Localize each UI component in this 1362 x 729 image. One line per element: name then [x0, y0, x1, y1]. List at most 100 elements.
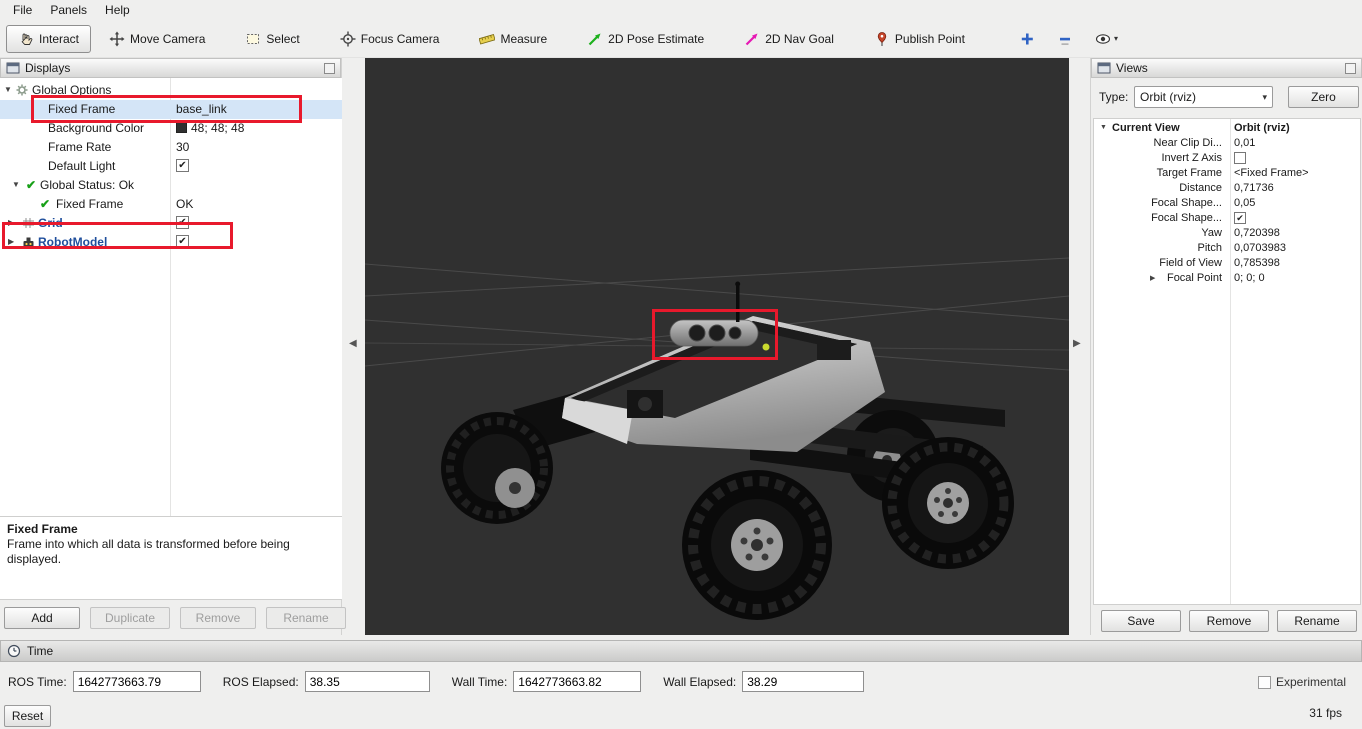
- rename-view-button[interactable]: Rename: [1277, 610, 1357, 632]
- tree-row-pitch[interactable]: Pitch 0,0703983: [1094, 241, 1360, 256]
- interact-tool-button[interactable]: Interact: [6, 25, 91, 53]
- tree-row-fixed-frame-status[interactable]: ✔ Fixed Frame OK: [0, 195, 342, 214]
- robotmodel-enabled-checkbox[interactable]: ✔: [176, 235, 189, 248]
- menu-help[interactable]: Help: [96, 1, 139, 19]
- view-type-label: Type:: [1099, 90, 1128, 104]
- tool-properties-button[interactable]: ▾: [1089, 26, 1124, 52]
- publish-point-tool-button[interactable]: Publish Point: [866, 26, 973, 52]
- tree-row-focal-point[interactable]: ▶ Focal Point 0; 0; 0: [1094, 271, 1360, 286]
- experimental-toggle[interactable]: Experimental: [1258, 675, 1346, 689]
- tree-row-label: Default Light: [48, 159, 115, 173]
- ros-elapsed-input[interactable]: [305, 671, 430, 692]
- tree-row-frame-rate[interactable]: Frame Rate 30: [0, 138, 342, 157]
- tree-row-near-clip[interactable]: Near Clip Di... 0,01: [1094, 136, 1360, 151]
- view-type-row: Type: Orbit (rviz) ▾ Zero: [1091, 86, 1362, 110]
- fixed-frame-value[interactable]: base_link: [176, 102, 227, 116]
- focus-camera-tool-button[interactable]: Focus Camera: [332, 26, 448, 52]
- remove-view-button[interactable]: Remove: [1189, 610, 1269, 632]
- chevron-collapsed-icon: ▶: [8, 218, 14, 227]
- focal-point-value[interactable]: 0; 0; 0: [1234, 272, 1265, 284]
- displays-float-button[interactable]: [324, 63, 335, 74]
- experimental-label: Experimental: [1276, 675, 1346, 689]
- pitch-value[interactable]: 0,0703983: [1234, 242, 1286, 254]
- chevron-down-icon: ▾: [1114, 34, 1118, 43]
- tree-row-current-view[interactable]: ▼ Current View Orbit (rviz): [1094, 121, 1360, 136]
- tree-row-label: Focal Shape...: [1094, 197, 1222, 209]
- save-view-button[interactable]: Save: [1101, 610, 1181, 632]
- views-float-button[interactable]: [1345, 63, 1356, 74]
- experimental-checkbox[interactable]: [1258, 676, 1271, 689]
- right-splitter-arrow[interactable]: ▶: [1073, 338, 1081, 349]
- tree-row-global-options[interactable]: ▼ Global Options: [0, 81, 342, 100]
- add-display-button[interactable]: Add: [4, 607, 80, 629]
- time-fields: ROS Time: ROS Elapsed: Wall Time: Wall E…: [8, 671, 886, 692]
- tree-row-target-frame[interactable]: Target Frame <Fixed Frame>: [1094, 166, 1360, 181]
- wall-time-input[interactable]: [513, 671, 641, 692]
- tree-row-background-color[interactable]: Background Color 48; 48; 48: [0, 119, 342, 138]
- measure-tool-button[interactable]: Measure: [471, 26, 555, 52]
- wall-elapsed-input[interactable]: [742, 671, 864, 692]
- tree-row-label: Current View: [1112, 122, 1180, 134]
- views-panel-header[interactable]: Views: [1091, 58, 1362, 78]
- ros-time-input[interactable]: [73, 671, 201, 692]
- tree-row-focal-shape-fixed[interactable]: Focal Shape... ✔: [1094, 211, 1360, 226]
- rename-display-button[interactable]: Rename: [266, 607, 346, 629]
- nav-goal-tool-button[interactable]: 2D Nav Goal: [736, 26, 842, 52]
- reset-button[interactable]: Reset: [4, 705, 51, 727]
- menu-panels[interactable]: Panels: [41, 1, 96, 19]
- ros-time-label: ROS Time:: [8, 675, 67, 689]
- 3d-scene: [365, 58, 1069, 635]
- focal-shape-size-value[interactable]: 0,05: [1234, 197, 1255, 209]
- views-tree: ▼ Current View Orbit (rviz) Near Clip Di…: [1093, 118, 1361, 605]
- tree-row-focal-shape-size[interactable]: Focal Shape... 0,05: [1094, 196, 1360, 211]
- select-tool-button[interactable]: Select: [237, 26, 307, 52]
- displays-tree: ▼ Global Options Fixed Frame base_link B…: [0, 78, 342, 517]
- near-clip-value[interactable]: 0,01: [1234, 137, 1255, 149]
- time-panel: Time ROS Time: ROS Elapsed: Wall Time: W…: [0, 640, 1362, 729]
- tree-row-field-of-view[interactable]: Field of View 0,785398: [1094, 256, 1360, 271]
- nav-goal-tool-label: 2D Nav Goal: [765, 32, 834, 46]
- target-frame-value[interactable]: <Fixed Frame>: [1234, 167, 1309, 179]
- background-color-value[interactable]: 48; 48; 48: [176, 121, 244, 135]
- move-camera-tool-button[interactable]: Move Camera: [101, 26, 213, 52]
- view-type-select[interactable]: Orbit (rviz) ▾: [1134, 86, 1273, 108]
- displays-panel: Displays ▼ Global Options Fixed Frame ba…: [0, 58, 342, 635]
- status-led: [763, 344, 770, 351]
- help-title: Fixed Frame: [7, 522, 335, 537]
- invert-z-checkbox[interactable]: [1234, 152, 1246, 164]
- zero-view-button[interactable]: Zero: [1288, 86, 1359, 108]
- tree-row-label: Pitch: [1094, 242, 1222, 254]
- tree-row-robotmodel[interactable]: ▶ RobotModel ✔: [0, 233, 342, 252]
- default-light-checkbox[interactable]: ✔: [176, 159, 189, 172]
- measure-ruler-icon: [479, 31, 495, 47]
- tree-row-yaw[interactable]: Yaw 0,720398: [1094, 226, 1360, 241]
- eye-icon: [1095, 31, 1113, 47]
- grid-enabled-checkbox[interactable]: ✔: [176, 216, 189, 229]
- tree-row-grid[interactable]: ▶ Grid ✔: [0, 214, 342, 233]
- focal-shape-fixed-checkbox[interactable]: ✔: [1234, 212, 1246, 224]
- left-splitter-arrow[interactable]: ◀: [349, 338, 357, 349]
- menu-file[interactable]: File: [4, 1, 41, 19]
- tree-row-fixed-frame[interactable]: Fixed Frame base_link: [0, 100, 342, 119]
- tree-row-invert-z[interactable]: Invert Z Axis: [1094, 151, 1360, 166]
- tree-row-distance[interactable]: Distance 0,71736: [1094, 181, 1360, 196]
- remove-display-button[interactable]: Remove: [180, 607, 256, 629]
- distance-value[interactable]: 0,71736: [1234, 182, 1274, 194]
- remove-tool-button[interactable]: [1051, 26, 1079, 52]
- antenna: [736, 286, 740, 322]
- tree-row-default-light[interactable]: Default Light ✔: [0, 157, 342, 176]
- displays-panel-header[interactable]: Displays: [0, 58, 341, 78]
- grid-icon: [22, 217, 35, 230]
- nav-goal-arrow-icon: [744, 31, 760, 47]
- time-panel-header[interactable]: Time: [0, 640, 1362, 662]
- tree-row-label: Field of View: [1094, 257, 1222, 269]
- 3d-viewport[interactable]: [365, 58, 1069, 635]
- frame-rate-value[interactable]: 30: [176, 140, 189, 154]
- field-of-view-value[interactable]: 0,785398: [1234, 257, 1280, 269]
- yaw-value[interactable]: 0,720398: [1234, 227, 1280, 239]
- duplicate-display-button[interactable]: Duplicate: [90, 607, 170, 629]
- tree-row-global-status[interactable]: ▼ ✔ Global Status: Ok: [0, 176, 342, 195]
- publish-point-tool-label: Publish Point: [895, 32, 965, 46]
- pose-estimate-tool-button[interactable]: 2D Pose Estimate: [579, 26, 712, 52]
- add-tool-button[interactable]: [1013, 26, 1041, 52]
